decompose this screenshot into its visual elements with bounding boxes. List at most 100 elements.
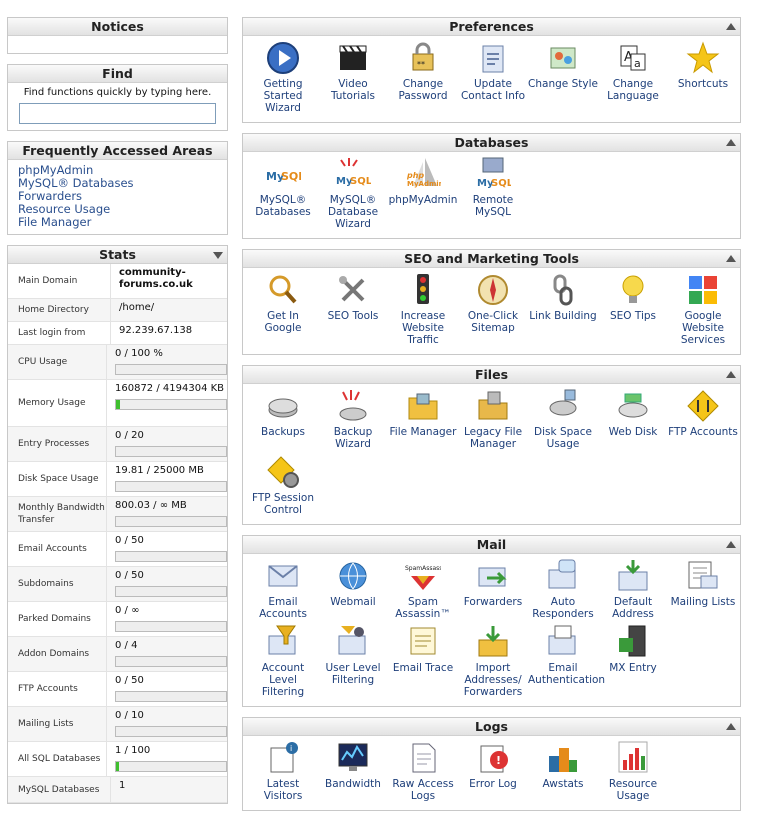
compass-icon [478,275,508,305]
feature-link-account-level-filtering[interactable]: Account Level Filtering [248,624,318,698]
feature-link-change-password[interactable]: ** Change Password [388,40,458,114]
feature-label: Remote MySQL [472,194,514,218]
feature-label: Disk Space Usage [534,426,592,450]
stat-label: FTP Accounts [8,672,107,706]
feature-link-phpmyadmin[interactable]: php MyAdmin phpMyAdmin [388,156,458,230]
feature-link-seo-tips[interactable]: SEO Tips [598,272,668,346]
feature-label: Auto Responders [532,596,594,620]
feature-link-ftp-accounts[interactable]: FTP Accounts [668,388,738,450]
feature-link-default-address[interactable]: Default Address [598,558,668,620]
stat-label: Entry Processes [8,427,107,461]
feature-link-latest-visitors[interactable]: i Latest Visitors [248,740,318,802]
feature-link-legacy-file-manager[interactable]: Legacy File Manager [458,388,528,450]
usage-bar [115,446,227,457]
stat-value: 800.03 / ∞ MB [115,500,187,511]
stats-panel: Stats Main Domain community-forums.co.uk H… [7,245,228,804]
feature-link-disk-space-usage[interactable]: Disk Space Usage [528,388,598,450]
feature-link-spam-assassin[interactable]: SpamAssassin Spam Assassin™ [388,558,458,620]
feature-link-email-accounts[interactable]: Email Accounts [248,558,318,620]
feature-link-video-tutorials[interactable]: Video Tutorials [318,40,388,114]
feature-link-mysql-databases[interactable]: MySQL MySQL® Databases [248,156,318,230]
envelope-icon [268,565,298,587]
feature-link-import-addresses-forwarders[interactable]: Import Addresses/ Forwarders [458,624,528,698]
stat-label: All SQL Databases [8,742,107,776]
svg-text:SQL: SQL [350,176,371,187]
feature-label: Default Address [612,596,654,620]
feature-label: Spam Assassin™ [395,596,451,620]
feature-link-get-in-google[interactable]: Get In Google [248,272,318,346]
feature-label: Legacy File Manager [463,426,523,450]
stat-label: Last login from [8,322,111,344]
stat-row: Memory Usage 160872 / 4194304 KB [8,380,227,427]
feature-link-raw-access-logs[interactable]: Raw Access Logs [388,740,458,802]
feature-link-getting-started-wizard[interactable]: Getting Started Wizard [248,40,318,114]
stats-table: Main Domain community-forums.co.uk Home Di… [8,264,227,803]
feature-link-update-contact-info[interactable]: Update Contact Info [458,40,528,114]
collapse-toggle-icon[interactable] [726,255,736,262]
left-column: Notices Find Find functions quickly by t… [7,17,228,814]
icon-grid: Getting Started Wizard Video Tutorials ** C… [243,36,740,122]
feature-link-awstats[interactable]: Awstats [528,740,598,802]
svg-text:a: a [634,57,641,70]
feature-link-error-log[interactable]: ! Error Log [458,740,528,802]
feature-link-shortcuts[interactable]: Shortcuts [668,40,738,114]
feature-link-email-trace[interactable]: Email Trace [388,624,458,698]
collapse-toggle-icon[interactable] [726,371,736,378]
feature-link-resource-usage[interactable]: Resource Usage [598,740,668,802]
stat-value: 0 / 4 [115,640,138,651]
feature-link-change-language[interactable]: Aa Change Language [598,40,668,114]
collapse-toggle-icon[interactable] [726,139,736,146]
feature-label: Get In Google [264,310,302,334]
stat-row: Parked Domains 0 / ∞ [8,602,227,637]
feature-link-web-disk[interactable]: Web Disk [598,388,668,450]
collapse-toggle-icon[interactable] [726,23,736,30]
feature-link-auto-responders[interactable]: Auto Responders [528,558,598,620]
collapse-toggle-icon[interactable] [726,723,736,730]
traffic-light-icon [417,274,429,304]
feature-label: Getting Started Wizard [263,78,303,114]
icon-grid: MySQL MySQL® Databases MySQL MySQL® Databas… [243,152,740,238]
stat-label: Email Accounts [8,532,107,566]
feature-link-seo-tools[interactable]: SEO Tools [318,272,388,346]
stat-label: CPU Usage [8,345,107,379]
svg-text:SQL: SQL [491,178,511,189]
feature-link-mysql-database-wizard[interactable]: My SQL MySQL® Database Wizard [318,156,388,230]
feature-link-mx-entry[interactable]: MX Entry [598,624,668,698]
usage-bar-fill [116,762,119,771]
feature-link-bandwidth[interactable]: Bandwidth [318,740,388,802]
faa-link-file-manager[interactable]: File Manager [18,216,217,229]
feature-link-increase-website-traffic[interactable]: Increase Website Traffic [388,272,458,346]
stat-value: 92.239.67.138 [119,325,193,336]
feature-link-backups[interactable]: Backups [248,388,318,450]
usage-bar [115,656,227,667]
feature-link-change-style[interactable]: Change Style [528,40,598,114]
feature-label: MySQL® Database Wizard [327,194,379,230]
stat-value: 1 / 100 [115,745,151,756]
stat-row: Home Directory/home/ [8,299,227,322]
feature-label: Bandwidth [325,778,381,790]
collapse-toggle-icon[interactable] [213,252,223,259]
feature-link-mailing-lists[interactable]: Mailing Lists [668,558,738,620]
feature-link-webmail[interactable]: Webmail [318,558,388,620]
stat-label: Main Domain [8,264,111,298]
usage-bar [115,586,227,597]
awstats-cubes-icon [549,748,577,772]
feature-link-email-authentication[interactable]: Email Authentication [528,624,605,698]
stat-label: Home Directory [8,299,111,321]
backup-disk-icon [268,398,298,418]
feature-link-google-website-services[interactable]: Google Website Services [668,272,738,346]
folder-icon [408,393,438,420]
feature-link-backup-wizard[interactable]: Backup Wizard [318,388,388,450]
feature-link-one-click-sitemap[interactable]: One-Click Sitemap [458,272,528,346]
collapse-toggle-icon[interactable] [726,541,736,548]
feature-link-remote-mysql[interactable]: My SQL Remote MySQL [458,156,528,230]
feature-link-link-building[interactable]: Link Building [528,272,598,346]
feature-link-file-manager[interactable]: File Manager [388,388,458,450]
find-input[interactable] [19,103,216,124]
stat-label: Subdomains [8,567,107,601]
feature-link-user-level-filtering[interactable]: User Level Filtering [318,624,388,698]
feature-label: phpMyAdmin [388,194,458,206]
stat-value-cell: 0 / 50 [107,567,227,601]
feature-link-forwarders[interactable]: Forwarders [458,558,528,620]
feature-link-ftp-session-control[interactable]: FTP Session Control [248,454,318,516]
